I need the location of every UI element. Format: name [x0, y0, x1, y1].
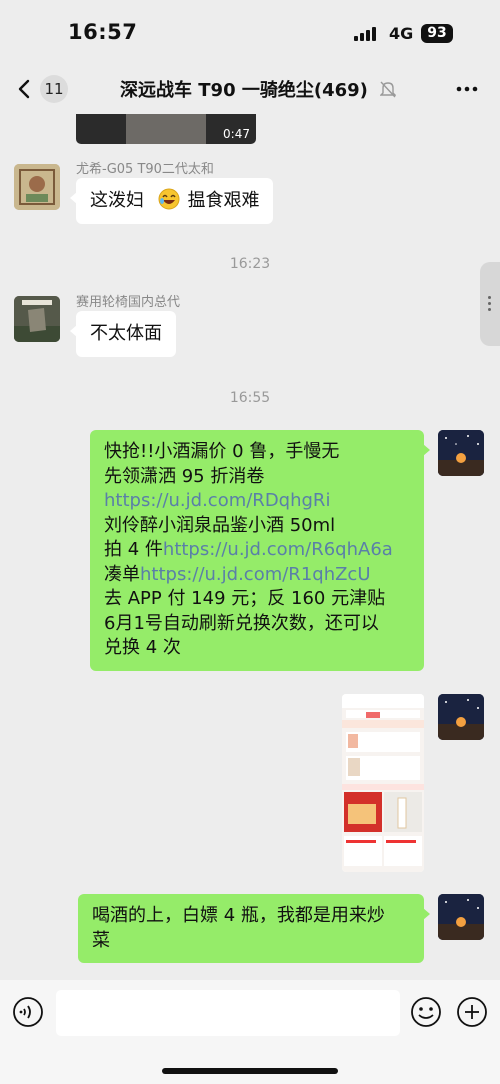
message-bubble-self[interactable]: 快抢!!小酒漏价 0 鲁，手慢无 先领潇洒 95 折消卷 https://u.j… — [90, 430, 430, 671]
avatar[interactable] — [14, 164, 60, 210]
message-line: 6月1号自动刷新兑换次数，还可以 — [104, 612, 379, 634]
message-bubble-self[interactable]: 喝酒的上，白嫖 4 瓶，我都是用来炒 菜 — [78, 894, 430, 963]
message-line: 快抢!!小酒漏价 0 鲁，手慢无 — [104, 441, 340, 462]
image-message[interactable] — [342, 694, 424, 872]
signal-icon — [354, 27, 376, 41]
avatar-image — [438, 894, 484, 940]
message-list[interactable]: 0:47 尤希-G05 T90二代太和 这泼妇 揾食艰难 16:23 赛用轮椅国… — [0, 114, 500, 980]
emoji-icon[interactable] — [410, 996, 442, 1028]
message-line: 菜 — [92, 929, 110, 951]
message-line: 刘伶醉小润泉品鉴小酒 50ml — [104, 514, 336, 536]
avatar-image — [14, 164, 60, 210]
input-bar — [0, 980, 500, 1084]
avatar-self[interactable] — [438, 694, 484, 740]
battery-indicator: 93 — [421, 24, 453, 43]
message-link[interactable]: https://u.jd.com/RDqhgRi — [104, 489, 410, 514]
scroll-handle[interactable] — [480, 262, 500, 346]
avatar-image — [14, 296, 60, 342]
timestamp: 16:55 — [229, 390, 271, 406]
voice-icon[interactable] — [12, 996, 44, 1028]
video-message[interactable]: 0:47 — [76, 114, 256, 144]
message-link[interactable]: https://u.jd.com/R6qhA6a — [163, 539, 393, 560]
message-line: 喝酒的上，白嫖 4 瓶，我都是用来炒 — [92, 905, 385, 926]
message-input[interactable] — [56, 990, 400, 1036]
message-bubble[interactable]: 不太体面 — [70, 311, 176, 357]
message-text: 这泼妇 — [90, 190, 144, 211]
avatar-image — [438, 430, 484, 476]
plus-icon[interactable] — [456, 996, 488, 1028]
chat-header: 11 深远战车 T90 一骑绝尘(469) — [0, 64, 500, 114]
sender-name: 尤希-G05 T90二代太和 — [76, 162, 214, 177]
video-preview — [126, 114, 206, 144]
message-text: 拍 4 件 — [104, 539, 163, 560]
message-text: 不太体面 — [90, 323, 162, 344]
network-type: 4G — [389, 24, 414, 43]
laughing-emoji — [158, 188, 180, 210]
video-duration: 0:47 — [223, 127, 250, 141]
status-bar: 16:57 4G 93 — [0, 0, 500, 64]
message-link[interactable]: https://u.jd.com/R1qhZcU — [140, 564, 371, 585]
chat-title: 深远战车 T90 一骑绝尘(469) — [120, 80, 368, 101]
unread-count-badge[interactable]: 11 — [40, 75, 68, 103]
avatar-self[interactable] — [438, 894, 484, 940]
message-line: 去 APP 付 149 元；反 160 元津贴 — [104, 588, 386, 609]
timestamp: 16:23 — [229, 256, 271, 272]
message-text: 揾食艰难 — [187, 190, 260, 211]
avatar-image — [438, 694, 484, 740]
chevron-left-icon[interactable] — [14, 78, 36, 100]
status-time: 16:57 — [68, 20, 138, 44]
sender-name: 赛用轮椅国内总代 — [76, 295, 181, 310]
message-text: 凑单 — [104, 563, 140, 585]
message-bubble[interactable]: 这泼妇 揾食艰难 — [69, 178, 274, 224]
mute-bell-icon — [380, 81, 396, 98]
more-icon[interactable] — [455, 80, 479, 98]
screenshot-thumbnail — [342, 694, 424, 872]
home-indicator — [162, 1068, 338, 1074]
message-line: 先领潇洒 95 折消卷 — [104, 465, 265, 487]
avatar-self[interactable] — [438, 430, 484, 476]
message-line: 兑换 4 次 — [104, 637, 181, 658]
avatar[interactable] — [14, 296, 60, 342]
